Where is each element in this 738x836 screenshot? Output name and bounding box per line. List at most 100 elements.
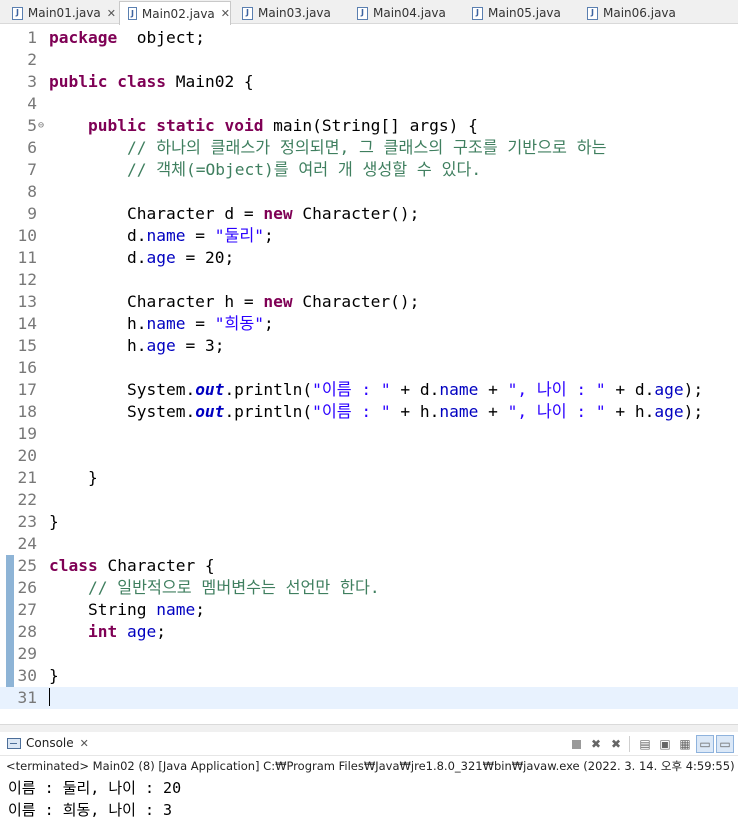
code-line[interactable]: 20 [0,445,738,467]
line-number: 8 [27,182,37,201]
code-line[interactable]: 25 class Character { [0,555,738,577]
tab-main05-java[interactable]: J Main05.java [464,2,576,24]
editor-tab-bar: J Main01.java ✕ J Main02.java ✕ J Main03.java J M… [0,0,738,25]
panel-divider[interactable] [0,724,738,732]
code-line[interactable]: 7 // 객체(=Object)를 여러 개 생성할 수 있다. [0,159,738,181]
line-number: 7 [27,160,37,179]
code-line[interactable]: 6 // 하나의 클래스가 정의되면, 그 클래스의 구조를 기반으로 하는 [0,137,738,159]
line-number: 13 [17,292,38,311]
code-line[interactable]: 8 [0,181,738,203]
line-number: 23 [17,512,38,531]
line-number: 4 [27,94,37,113]
line-number: 2 [27,50,37,69]
line-number: 31 [17,688,38,707]
code-line[interactable]: 16 [0,357,738,379]
close-tab-icon[interactable]: ✕ [107,7,116,20]
code-text: } [49,468,98,487]
code-line[interactable]: 29 [0,643,738,665]
tab-main04-java[interactable]: J Main04.java [349,2,461,24]
code-text: System.out.println("이름 : " + d.name + ",… [49,380,704,399]
code-line[interactable]: 13 Character h = new Character(); [0,291,738,313]
tab-main02-java[interactable]: J Main02.java ✕ [119,1,231,25]
code-text: class Character { [49,556,215,575]
code-line[interactable]: 26 // 일반적으로 멤버변수는 선언만 한다. [0,577,738,599]
code-line[interactable]: 22 [0,489,738,511]
scroll-lock-icon[interactable]: ▣ [656,735,674,753]
code-editor[interactable]: < 1package object;23public class Main02 … [0,25,738,748]
code-line[interactable]: 28 int age; [0,621,738,643]
line-number: 1 [27,28,37,47]
clear-console-icon[interactable]: ▤ [636,735,654,753]
line-number: 22 [17,490,38,509]
code-line[interactable]: 3 public class Main02 { [0,71,738,93]
code-text: package object; [49,28,205,47]
tab-label: Main03.java [258,6,331,20]
code-line[interactable]: 15 h.age = 3; [0,335,738,357]
text-cursor [49,688,50,706]
code-line[interactable]: 4 [0,93,738,115]
java-file-icon: J [472,6,483,20]
line-number: 16 [17,358,38,377]
code-line[interactable]: 12 [0,269,738,291]
code-line[interactable]: 5 ⊖ public static void main(String[] args… [0,115,738,137]
code-line[interactable]: 14 h.name = "희동"; [0,313,738,335]
line-number: 12 [17,270,38,289]
code-text: h.name = "희동"; [49,314,274,333]
code-line[interactable]: 24 [0,533,738,555]
tab-label: Main01.java [27,6,101,20]
code-text: public static void main(String[] args) { [87,116,478,135]
code-line[interactable]: 9 Character d = new Character(); [0,203,738,225]
java-file-icon: J [357,6,368,20]
code-text: // 객체(=Object)를 여러 개 생성할 수 있다. [126,160,482,179]
tab-main01-java[interactable]: J Main01.java ✕ [4,2,116,24]
line-number: 15 [17,336,38,355]
code-text: h.age = 3; [49,336,225,355]
line-number: 10 [17,226,38,245]
code-line[interactable]: 23} [0,511,738,533]
show-on-error-icon[interactable]: ▭ [716,735,734,753]
close-tab-icon[interactable]: ✕ [221,7,230,20]
code-text: System.out.println("이름 : " + h.name + ",… [49,402,704,421]
code-line[interactable]: 27 String name; [0,599,738,621]
line-number: 3 [27,72,37,91]
code-line[interactable]: 31 [0,687,738,709]
code-text: // 일반적으로 멤버변수는 선언만 한다. [87,578,380,597]
line-number: 21 [17,468,38,487]
console-tab[interactable]: Console ✕ [7,736,89,750]
code-line[interactable]: 2 [0,49,738,71]
java-file-icon: J [128,7,137,20]
close-icon[interactable]: ✕ [80,737,89,750]
line-number: 9 [27,204,37,223]
code-text: // 하나의 클래스가 정의되면, 그 클래스의 구조를 기반으로 하는 [126,138,607,157]
java-file-icon: J [587,6,598,20]
code-line[interactable]: 10 d.name = "둘리"; [0,225,738,247]
line-number: 6 [27,138,37,157]
code-text: Character d = new Character(); [49,204,420,223]
remove-all-terminated-icon[interactable]: ✖ [607,735,625,753]
code-line[interactable]: 21 } [0,467,738,489]
code-line[interactable]: 1 package object; [0,27,738,49]
code-text [49,687,50,709]
remove-launch-icon[interactable]: ✖ [587,735,605,753]
tab-label: Main04.java [373,6,446,20]
tab-label: Main06.java [603,6,676,20]
show-on-output-icon[interactable]: ▭ [696,735,714,753]
code-text: d.age = 20; [49,248,235,267]
console-tools: ✖ ✖ ▤ ▣ ▦ ▭ ▭ [565,735,734,753]
terminate-icon[interactable] [567,735,585,753]
code-line[interactable]: 18 System.out.println("이름 : " + h.name +… [0,401,738,423]
code-line[interactable]: 19 [0,423,738,445]
tab-main06-java[interactable]: J Main06.java [579,2,691,24]
code-line[interactable]: 11 d.age = 20; [0,247,738,269]
tab-label: Main05.java [488,6,561,20]
line-number: 20 [17,446,38,465]
fold-toggle-icon[interactable]: ⊖ [38,115,44,137]
tab-main03-java[interactable]: J Main03.java [234,2,346,24]
code-text: d.name = "둘리"; [49,226,274,245]
code-line[interactable]: 17 System.out.println("이름 : " + d.name +… [0,379,738,401]
code-line[interactable]: 30} [0,665,738,687]
line-number: 17 [17,380,38,399]
console-tab-label: Console [26,736,74,750]
java-file-icon: J [12,6,23,20]
word-wrap-icon[interactable]: ▦ [676,735,694,753]
